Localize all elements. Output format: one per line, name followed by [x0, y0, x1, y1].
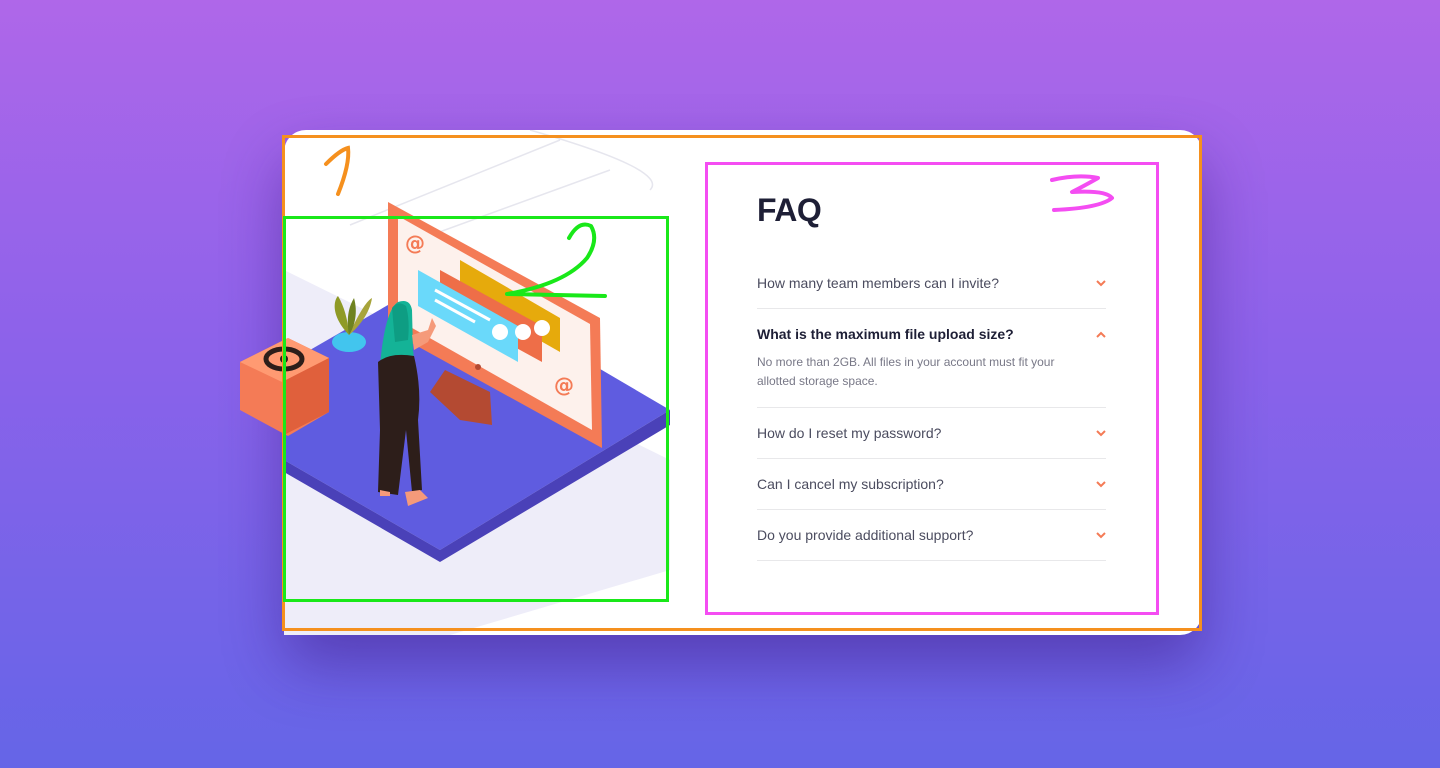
faq-item[interactable]: Do you provide additional support? — [757, 510, 1106, 561]
faq-section: FAQ How many team members can I invite? … — [757, 190, 1106, 561]
faq-question-button[interactable]: How many team members can I invite? — [757, 258, 1106, 308]
faq-item[interactable]: How do I reset my password? — [757, 408, 1106, 459]
chevron-down-icon — [1096, 279, 1106, 286]
faq-question-text: Do you provide additional support? — [757, 527, 974, 543]
faq-question-text: What is the maximum file upload size? — [757, 326, 1014, 342]
faq-title: FAQ — [757, 192, 822, 228]
woman-online-illustration: @ @ — [240, 130, 670, 635]
faq-question-text: How many team members can I invite? — [757, 275, 999, 291]
faq-question-text: How do I reset my password? — [757, 425, 942, 441]
faq-item[interactable]: What is the maximum file upload size? No… — [757, 309, 1106, 408]
faq-item[interactable]: How many team members can I invite? — [757, 258, 1106, 309]
faq-question-button[interactable]: Do you provide additional support? — [757, 510, 1106, 560]
at-sign-icon: @ — [554, 373, 574, 397]
at-sign-icon: @ — [405, 231, 425, 255]
faq-question-button[interactable]: How do I reset my password? — [757, 408, 1106, 458]
faq-question-button[interactable]: Can I cancel my subscription? — [757, 459, 1106, 509]
chevron-down-icon — [1096, 531, 1106, 538]
chevron-up-icon — [1096, 331, 1106, 338]
faq-item[interactable]: Can I cancel my subscription? — [757, 459, 1106, 510]
faq-question-button[interactable]: What is the maximum file upload size? — [757, 309, 1106, 359]
chevron-down-icon — [1096, 429, 1106, 436]
faq-answer: No more than 2GB. All files in your acco… — [757, 355, 1055, 388]
faq-question-text: Can I cancel my subscription? — [757, 476, 944, 492]
chevron-down-icon — [1096, 480, 1106, 487]
